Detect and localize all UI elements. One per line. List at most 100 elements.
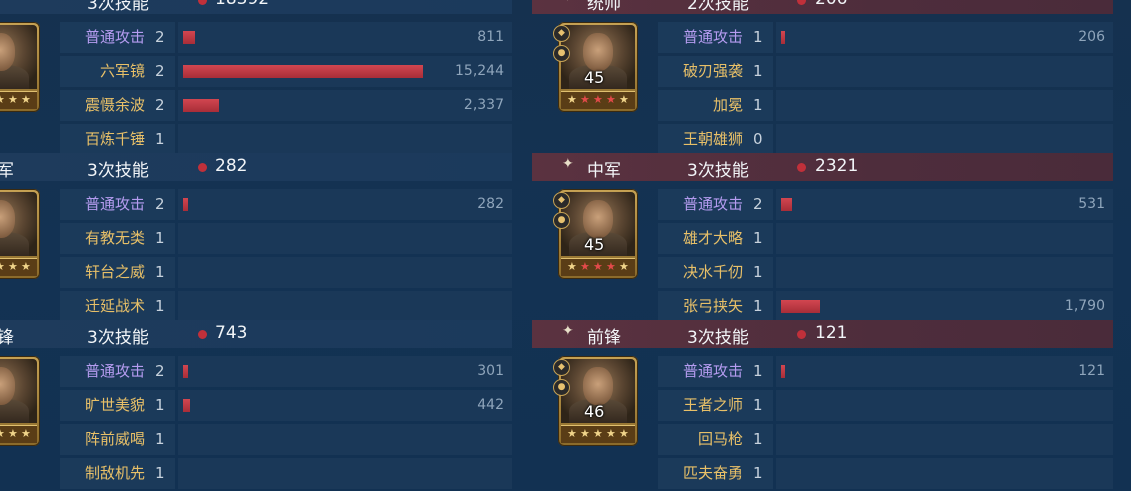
skill-name-cell: 张弓挟矢 1 [658,291,773,322]
damage-track [178,291,512,322]
section-skill-count: 3次技能 [87,161,149,181]
section-role: 前锋 [0,328,14,348]
skill-name: 匹夫奋勇 [682,464,743,482]
damage-bar [781,198,792,211]
skill-name-cell: 王朝雄狮 0 [658,124,773,155]
skill-row: 破刃强袭 1 [658,56,1113,89]
damage-track: 1,790 [776,291,1113,322]
damage-value: 206 [1078,29,1105,45]
skill-name-cell: 王者之师 1 [658,390,773,421]
star-icon: ★ [606,427,616,440]
skill-row: 决水千仞 1 [658,257,1113,290]
rank-badge-icon: ◆ [553,359,570,376]
skill-name-cell: 普通攻击 2 [658,189,773,220]
damage-bar [183,31,195,44]
skill-name-cell: 轩台之威 1 [60,257,175,288]
red-dot-icon [198,0,207,5]
red-dot-icon [797,330,806,339]
skill-cast-count: 1 [155,263,165,281]
hero-portrait [0,192,37,256]
section-skill-count: 2次技能 [687,0,749,14]
section-total-damage: 743 [215,323,248,343]
section-skill-count: 3次技能 [87,328,149,348]
section-header: 帅3次技能18392 [0,0,512,14]
star-icon: ★ [619,427,629,440]
hero-avatar[interactable]: 6★★★★★ [0,189,40,279]
sparkle-icon: ✦ [562,323,574,339]
damage-value: 121 [1078,363,1105,379]
star-icon: ★ [619,93,629,106]
damage-bar [183,198,188,211]
skill-cast-count: 1 [155,430,165,448]
star-rating: ★★★★★ [0,258,37,276]
skill-name: 迁延战术 [84,297,145,315]
hero-avatar[interactable]: 46 ★ ★ ★ ★ ★ ◆ ● [553,356,638,446]
skill-name-cell: 加冕 1 [658,90,773,121]
star-icon: ★ [580,93,590,106]
star-icon: ★ [567,93,577,106]
section-skill-count: 3次技能 [687,161,749,181]
skill-cast-count: 0 [753,130,763,148]
hero-avatar[interactable]: 6★★★★★ [0,22,40,112]
damage-bar [183,399,190,412]
skill-cast-count: 2 [155,96,165,114]
damage-track: 531 [776,189,1113,220]
skill-cast-count: 1 [753,62,763,80]
skill-name: 回马枪 [697,430,743,448]
skill-name: 普通攻击 [682,28,743,46]
skill-row: 轩台之威 1 [60,257,512,290]
damage-track [776,90,1113,121]
section-role: 中军 [0,161,14,181]
damage-value: 2,337 [463,97,504,113]
skill-row: 普通攻击 2 301 [60,356,512,389]
skill-name-cell: 制敌机先 1 [60,458,175,489]
skill-name-cell: 回马枪 1 [658,424,773,455]
hero-level: 45 [584,235,605,254]
section-header: ✦ 前锋 3次技能 121 [532,320,1113,348]
skill-row: 普通攻击 1 206 [658,22,1113,55]
skill-name: 阵前威喝 [84,430,145,448]
skill-row: 加冕 1 [658,90,1113,123]
right-section-3: ✦ 前锋 3次技能 121 46 ★ ★ ★ ★ ★ ◆ ● 普通攻击 1 121 王者之师 1 回马枪 1 匹夫奋勇… [532,320,1113,489]
skill-cast-count: 2 [155,28,165,46]
skill-cast-count: 1 [753,263,763,281]
skill-name: 雄才大略 [682,229,743,247]
skill-name-cell: 破刃强袭 1 [658,56,773,87]
damage-track [776,223,1113,254]
damage-value: 15,244 [455,63,504,79]
damage-value: 301 [477,363,504,379]
section-header: 中军 3次技能 282 [0,153,512,181]
skill-name-cell: 迁延战术 1 [60,291,175,322]
skill-row: 普通攻击 2 531 [658,189,1113,222]
hero-avatar[interactable]: 45 ★ ★ ★ ★ ★ ◆ ● [553,22,638,112]
skill-name-cell: 有教无类 1 [60,223,175,254]
star-icon: ★ [567,427,577,440]
skill-name: 旷世美貌 [84,396,145,414]
damage-track [776,390,1113,421]
hero-avatar[interactable]: 45 ★ ★ ★ ★ ★ ◆ ● [553,189,638,279]
star-icon: ★ [567,260,577,273]
damage-value: 442 [477,397,504,413]
star-icon: ★ [8,93,18,106]
right-section-2: ✦ 中军 3次技能 2321 45 ★ ★ ★ ★ ★ ◆ ● 普通攻击 2 531 雄才大略 1 决水千仞 1 张弓… [532,153,1113,322]
damage-track: 121 [776,356,1113,387]
skill-cast-count: 1 [753,396,763,414]
skill-name: 普通攻击 [84,362,145,380]
damage-value: 282 [477,196,504,212]
damage-bar [183,99,219,112]
skill-row: 雄才大略 1 [658,223,1113,256]
skill-cast-count: 1 [753,229,763,247]
skill-row: 有教无类 1 [60,223,512,256]
skill-name: 王者之师 [682,396,743,414]
damage-track: 15,244 [178,56,512,87]
hero-avatar[interactable]: 6★★★★★ [0,356,40,446]
section-skill-count: 3次技能 [687,328,749,348]
rank-badge-icon: ◆ [553,192,570,209]
section-header: ✦ 中军 3次技能 2321 [532,153,1113,181]
damage-bar [781,365,785,378]
hero-portrait [0,359,37,423]
star-rating: ★★★★★ [561,425,635,443]
skill-cast-count: 1 [155,130,165,148]
section-total-damage: 121 [815,323,848,343]
skill-name: 制敌机先 [84,464,145,482]
